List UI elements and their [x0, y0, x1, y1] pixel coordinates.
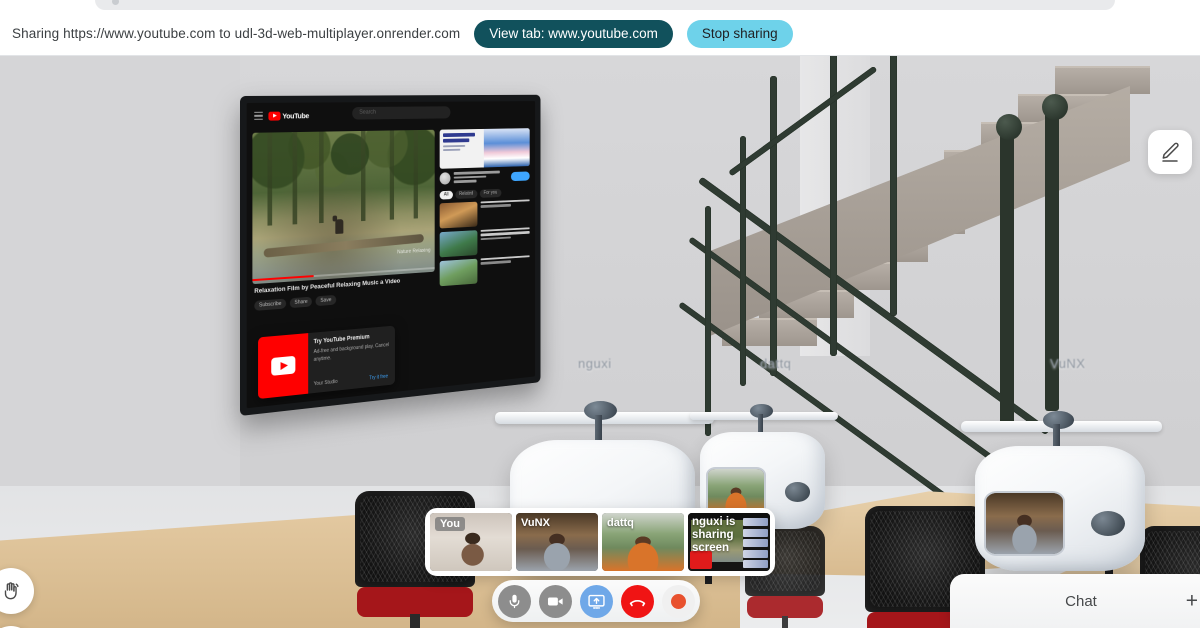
chat-title: Chat	[1065, 592, 1097, 610]
youtube-search-bar[interactable]: Search	[352, 106, 451, 120]
premium-popup-footer: Your Studio	[313, 378, 338, 388]
channel-avatar	[439, 172, 451, 186]
save-chip[interactable]: Save	[315, 294, 336, 307]
sidebar-tab-for-you[interactable]: For you	[479, 188, 502, 198]
share-screen-button[interactable]	[579, 584, 613, 618]
tv-screen-content: YouTube Search Nature Relaxing Relaxatio…	[246, 101, 536, 409]
channel-cta-button[interactable]	[510, 171, 530, 182]
video-tile-screenshare[interactable]: nguxi is sharing screen	[688, 513, 770, 571]
microphone-icon	[509, 594, 519, 608]
video-tile-you[interactable]: You	[430, 513, 512, 571]
avatar-knob	[785, 482, 810, 502]
microphone-button[interactable]	[497, 584, 531, 618]
pencil-icon	[1162, 142, 1179, 162]
share-status-text: Sharing https://www.youtube.com to udl-3…	[12, 26, 461, 41]
sidebar-tab-all[interactable]: All	[439, 190, 453, 200]
avatar-body	[975, 446, 1145, 571]
call-control-bar	[492, 580, 700, 622]
youtube-search-placeholder: Search	[359, 109, 376, 116]
phone-hangup-icon	[629, 599, 645, 606]
avatar-knob	[1090, 511, 1125, 537]
chat-panel-header[interactable]: Chat +	[950, 574, 1200, 628]
video-tile-label: dattq	[607, 517, 634, 529]
hang-up-button[interactable]	[620, 584, 654, 618]
video-watermark: Nature Relaxing	[397, 247, 431, 256]
share-chip[interactable]: Share	[289, 296, 313, 309]
sidebar-tabs: All Related For you	[439, 187, 530, 200]
camera-button[interactable]	[538, 584, 572, 618]
video-tile-label: VuNX	[521, 517, 550, 529]
premium-popup-logo	[258, 333, 309, 400]
sidebar-channel-row[interactable]	[439, 170, 530, 186]
chat-expand-button[interactable]: +	[1186, 591, 1198, 612]
raise-hand-icon	[4, 582, 19, 600]
video-tile-label: You	[435, 517, 465, 531]
wall-panel-left	[0, 56, 240, 526]
youtube-video-player[interactable]: Nature Relaxing	[252, 129, 435, 285]
avatar-nametag-dattq: dattq	[760, 356, 792, 371]
related-video-item[interactable]	[439, 199, 530, 229]
related-video-item[interactable]	[439, 227, 530, 258]
browser-chrome-sliver	[0, 0, 1200, 12]
record-icon	[670, 593, 686, 609]
video-tile-label: nguxi is sharing screen	[692, 516, 736, 555]
screen-share-bar: Sharing https://www.youtube.com to udl-3…	[0, 12, 1200, 56]
premium-popup-subtitle: Ad-free and background play. Cancel anyt…	[313, 342, 390, 363]
related-video-item[interactable]	[439, 255, 530, 287]
youtube-logo-text: YouTube	[282, 110, 309, 120]
youtube-logo: YouTube	[268, 110, 309, 121]
youtube-premium-popup[interactable]: Try YouTube Premium Ad-free and backgrou…	[258, 325, 395, 400]
avatar-robot-vunx[interactable]	[961, 411, 1162, 571]
video-tile-dattq[interactable]: dattq	[602, 513, 684, 571]
stop-sharing-button[interactable]: Stop sharing	[686, 19, 793, 48]
elk-figure	[335, 219, 344, 235]
view-tab-button[interactable]: View tab: www.youtube.com	[474, 19, 673, 48]
premium-popup-action[interactable]: Try it free	[369, 374, 388, 382]
draw-button[interactable]	[1148, 130, 1192, 174]
video-tile-vunx[interactable]: VuNX	[516, 513, 598, 571]
share-screen-icon	[587, 594, 605, 609]
avatar-nametag-vunx: VuNX	[1050, 356, 1086, 371]
avatar-face-video	[983, 491, 1066, 556]
shared-screen-display[interactable]: YouTube Search Nature Relaxing Relaxatio…	[240, 94, 541, 416]
youtube-play-icon	[268, 111, 281, 121]
sidebar-tab-related[interactable]: Related	[455, 189, 478, 199]
participant-video-strip: You VuNX dattq nguxi is sharing screen	[425, 508, 775, 576]
forest-canopy	[252, 129, 435, 218]
camera-icon	[547, 597, 563, 605]
subscribe-chip[interactable]: Subscribe	[254, 298, 287, 311]
app-root: Sharing https://www.youtube.com to udl-3…	[0, 0, 1200, 628]
youtube-sidebar: All Related For you	[438, 125, 533, 388]
youtube-main-column: Nature Relaxing Relaxation Film by Peace…	[247, 126, 438, 408]
record-button[interactable]	[661, 584, 695, 618]
sidebar-ad-banner[interactable]	[439, 128, 530, 169]
browser-tab-strip	[95, 0, 1115, 10]
hamburger-menu-icon[interactable]	[254, 111, 263, 120]
avatar-nametag-nguxi: nguxi	[578, 356, 612, 371]
